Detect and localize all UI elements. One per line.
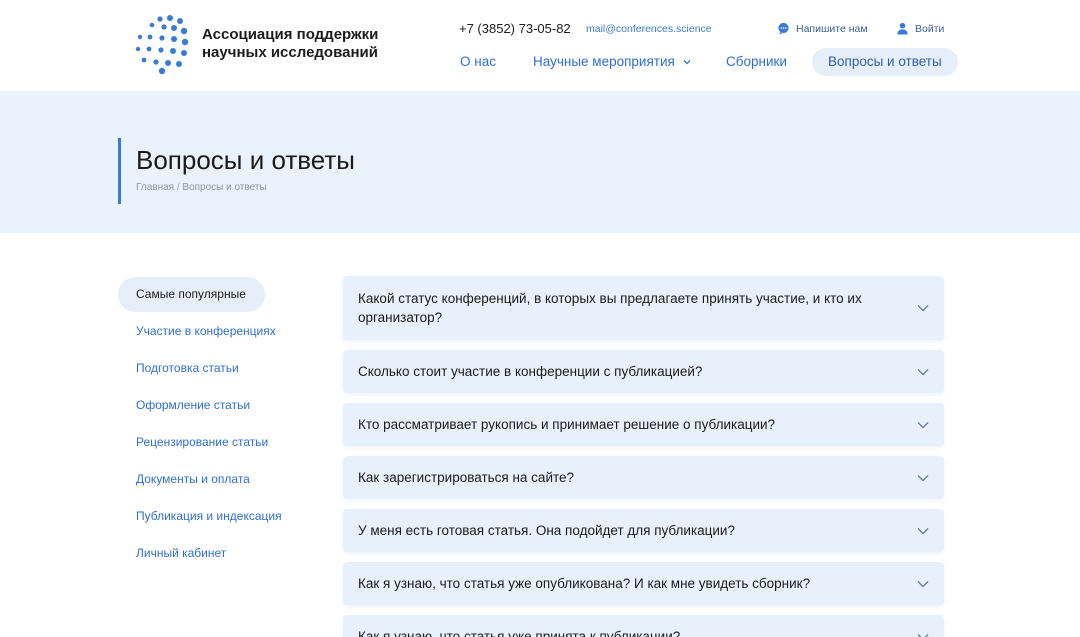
faq-item[interactable]: Как зарегистрироваться на сайте? <box>343 456 944 499</box>
chevron-down-icon <box>917 633 929 637</box>
faq-item[interactable]: Сколько стоит участие в конференции с пу… <box>343 350 944 393</box>
nav-collections[interactable]: Сборники <box>726 48 787 76</box>
chevron-down-icon <box>917 580 929 587</box>
breadcrumb-current: Вопросы и ответы <box>182 182 267 193</box>
faq-category-sidebar: Самые популярные Участие в конференциях … <box>118 277 318 572</box>
chevron-down-icon <box>917 305 929 312</box>
chevron-down-icon <box>917 421 929 428</box>
faq-item[interactable]: Кто рассматривает рукопись и принимает р… <box>343 403 944 446</box>
chat-bubble-icon <box>778 22 789 35</box>
nav-events[interactable]: Научные мероприятия <box>533 48 691 76</box>
faq-question: Сколько стоит участие в конференции с пу… <box>358 364 703 379</box>
faq-question: Кто рассматривает рукопись и принимает р… <box>358 417 776 432</box>
faq-item[interactable]: У меня есть готовая статья. Она подойдет… <box>343 509 944 552</box>
nav-about[interactable]: О нас <box>460 48 496 76</box>
faq-question: У меня есть готовая статья. Она подойдет… <box>358 523 735 538</box>
sidebar-item-preparation[interactable]: Подготовка статьи <box>118 350 318 387</box>
sidebar-item-popular[interactable]: Самые популярные <box>118 277 265 312</box>
breadcrumb: Главная / Вопросы и ответы <box>136 182 267 193</box>
chevron-down-icon <box>917 368 929 375</box>
hero-accent-bar <box>118 138 121 204</box>
sidebar-item-account[interactable]: Личный кабинет <box>118 535 318 572</box>
chevron-down-icon <box>917 474 929 481</box>
write-us-label: Напишите нам <box>796 22 868 35</box>
phone-link[interactable]: +7 (3852) 73-05-82 <box>459 21 571 36</box>
faq-list: Какой статус конференций, в которых вы п… <box>343 276 944 637</box>
email-link[interactable]: mail@conferences.science <box>586 23 712 35</box>
nav-faq[interactable]: Вопросы и ответы <box>812 48 958 76</box>
faq-question: Как я узнаю, что статья уже принята к пу… <box>358 629 681 637</box>
sidebar-item-publication[interactable]: Публикация и индексация <box>118 498 318 535</box>
user-icon <box>897 22 908 35</box>
faq-item[interactable]: Как я узнаю, что статья уже опубликована… <box>343 562 944 605</box>
sidebar-item-review[interactable]: Рецензирование статьи <box>118 424 318 461</box>
faq-item[interactable]: Как я узнаю, что статья уже принята к пу… <box>343 615 944 637</box>
nav-events-label: Научные мероприятия <box>533 54 675 69</box>
login-label: Войти <box>915 22 945 35</box>
chevron-down-icon <box>917 527 929 534</box>
faq-question: Как я узнаю, что статья уже опубликована… <box>358 576 811 591</box>
main-nav: О нас Научные мероприятия Сборники Вопро… <box>0 48 1080 76</box>
sidebar-item-formatting[interactable]: Оформление статьи <box>118 387 318 424</box>
site-header: Ассоциация поддержки научных исследовани… <box>0 0 1080 91</box>
write-us-link[interactable]: Напишите нам <box>777 22 868 35</box>
faq-question: Как зарегистрироваться на сайте? <box>358 470 575 485</box>
top-contacts: +7 (3852) 73-05-82 mail@conferences.scie… <box>0 20 1080 40</box>
chevron-down-icon <box>683 60 691 65</box>
page-title: Вопросы и ответы <box>136 145 355 175</box>
sidebar-item-documents[interactable]: Документы и оплата <box>118 461 318 498</box>
sidebar-item-participation[interactable]: Участие в конференциях <box>118 313 318 350</box>
faq-question: Какой статус конференций, в которых вы п… <box>358 291 862 325</box>
breadcrumb-home[interactable]: Главная <box>136 182 174 193</box>
page-hero: Вопросы и ответы Главная / Вопросы и отв… <box>0 91 1080 233</box>
faq-item[interactable]: Какой статус конференций, в которых вы п… <box>343 276 944 340</box>
login-link[interactable]: Войти <box>896 22 944 35</box>
